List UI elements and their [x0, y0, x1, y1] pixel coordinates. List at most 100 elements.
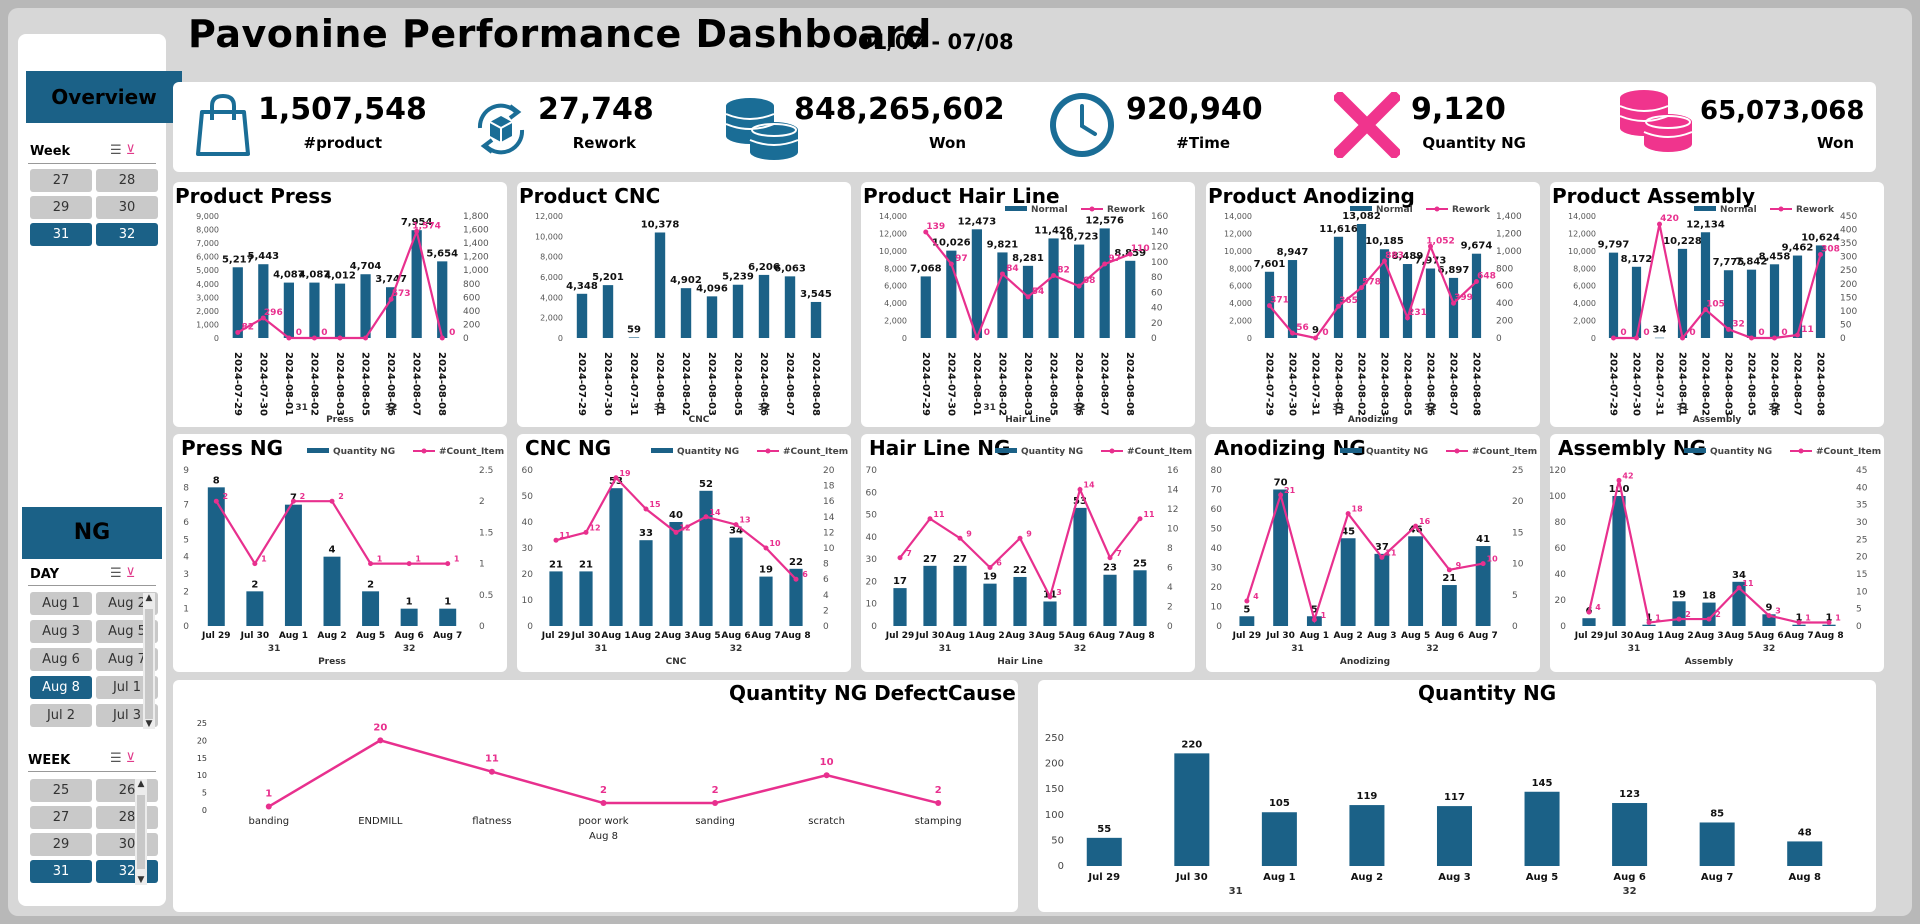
line-point: [1736, 585, 1742, 591]
line-point: [1137, 516, 1143, 522]
slicer-item[interactable]: Aug 3: [30, 620, 92, 643]
data-label: 34: [1653, 325, 1667, 336]
x-tick-label: flatness: [472, 816, 511, 827]
scroll-down-icon[interactable]: ▼: [143, 719, 155, 729]
data-label: 4,704: [350, 261, 382, 272]
y-tick-label: 0: [558, 334, 563, 343]
cross-icon: [1334, 92, 1400, 158]
bar: [680, 288, 692, 338]
legend-label: Quantity NG: [1710, 447, 1772, 457]
bar: [1239, 616, 1255, 626]
data-label: 5: [1243, 604, 1250, 615]
line-label: 82: [1057, 265, 1070, 275]
slicer-item[interactable]: 27: [30, 169, 92, 192]
line-point: [235, 329, 241, 335]
y2-tick-label: 25: [1512, 466, 1523, 476]
slicer-item[interactable]: 32: [96, 223, 158, 246]
y2-tick-label: 40: [1151, 304, 1163, 314]
y2-tick-label: 60: [1151, 288, 1163, 298]
bar: [246, 591, 264, 626]
clock-icon: [1050, 93, 1114, 157]
line-label: 9: [1456, 561, 1462, 570]
week-slicer-scrollbar[interactable]: ▲ ▼: [135, 779, 147, 885]
y2-tick-label: 20: [1512, 497, 1524, 507]
multi-select-icon[interactable]: ☰: [110, 143, 122, 158]
slicer-item[interactable]: 30: [96, 833, 158, 856]
bar: [810, 301, 822, 338]
data-label: 12,473: [958, 216, 997, 227]
line-label: 19: [619, 469, 631, 478]
bar: [1048, 238, 1059, 338]
y2-tick-label: 300: [1840, 253, 1857, 263]
y2-tick-label: 400: [1496, 299, 1513, 309]
scroll-down-icon[interactable]: ▼: [135, 875, 147, 885]
slicer-item[interactable]: 26: [96, 779, 158, 802]
slicer-item[interactable]: Aug 1: [30, 592, 92, 615]
line-label: 15: [649, 500, 661, 509]
clear-filter-icon[interactable]: ⊻: [126, 751, 136, 766]
slicer-item[interactable]: 31: [30, 223, 92, 246]
scroll-up-icon[interactable]: ▲: [135, 779, 147, 789]
x-tick-label: Aug 6: [1754, 631, 1783, 641]
y-tick-label: 100: [1045, 810, 1064, 821]
coins-pink-icon: [1619, 90, 1693, 152]
y2-tick-label: 1,400: [1496, 212, 1522, 222]
slicer-item[interactable]: 28: [96, 806, 158, 829]
y2-tick-label: 1,200: [463, 253, 489, 263]
x-tick-label: 2024-08-07: [1099, 352, 1110, 416]
slicer-item[interactable]: 28: [96, 169, 158, 192]
slicer-item[interactable]: 32: [96, 860, 158, 883]
line-label: 20: [373, 722, 387, 733]
y-tick-label: 60: [522, 466, 534, 476]
clear-filter-icon[interactable]: ⊻: [126, 143, 136, 158]
scroll-up-icon[interactable]: ▲: [143, 593, 155, 603]
slicer-item[interactable]: 29: [30, 196, 92, 219]
slicer-item[interactable]: 27: [30, 806, 92, 829]
bar: [729, 537, 743, 626]
chart-cnc: 02,0004,0006,0008,00010,00012,0004,34820…: [535, 212, 832, 425]
slicer-item[interactable]: Aug 6: [30, 648, 92, 671]
y2-tick-label: 35: [1856, 501, 1867, 511]
bar: [576, 293, 588, 338]
data-label: 21: [549, 559, 563, 570]
clear-filter-icon[interactable]: ⊻: [126, 566, 136, 581]
slicer-item[interactable]: 31: [30, 860, 92, 883]
x-tick-label: Aug 6: [1613, 872, 1645, 883]
y2-tick-label: 8: [823, 560, 829, 570]
slicer-item[interactable]: 29: [30, 833, 92, 856]
scroll-thumb[interactable]: [145, 609, 153, 719]
bar: [1073, 507, 1087, 626]
data-label: 119: [1356, 791, 1377, 802]
x-tick-label: Jul 30: [240, 631, 270, 641]
bar: [654, 232, 666, 338]
bar: [400, 608, 418, 626]
scroll-thumb[interactable]: [137, 795, 145, 869]
data-label: 9: [1766, 602, 1773, 613]
bar: [732, 284, 744, 338]
slicer-item[interactable]: 30: [96, 196, 158, 219]
y2-tick-label: 25: [1856, 535, 1867, 545]
line-label: 573: [392, 289, 411, 299]
line-label: 0: [1322, 328, 1328, 338]
line-point: [1244, 598, 1250, 604]
x-tick-label: 2024-07-29: [920, 352, 931, 416]
multi-select-icon[interactable]: ☰: [110, 566, 122, 581]
y2-tick-label: 600: [463, 293, 480, 303]
y2-tick-label: 0: [463, 334, 469, 344]
bar: [1125, 260, 1136, 338]
line-point: [1076, 283, 1082, 289]
x-tick-label: 2024-08-01: [971, 352, 982, 416]
slicer-item[interactable]: 25: [30, 779, 92, 802]
y-tick-label: 20: [197, 736, 207, 745]
x-tick-label: banding: [248, 816, 289, 827]
slicer-item[interactable]: Jul 2: [30, 704, 92, 727]
x-tick-label: 2024-07-30: [602, 352, 613, 416]
line-point: [583, 529, 589, 535]
multi-select-icon[interactable]: ☰: [110, 751, 122, 766]
slicer-item[interactable]: Aug 8: [30, 676, 92, 699]
line-point: [1017, 535, 1023, 541]
day-slicer-scrollbar[interactable]: ▲ ▼: [143, 593, 155, 729]
bar: [334, 283, 346, 338]
group-label: 31: [654, 403, 667, 413]
x-tick-label: Aug 7: [433, 631, 462, 641]
